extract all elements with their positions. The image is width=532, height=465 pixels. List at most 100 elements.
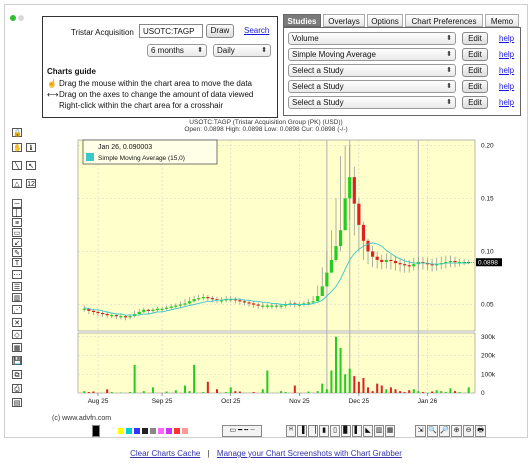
study-help-link-3[interactable]: help [499, 66, 514, 75]
chart-type-icon[interactable]: ▮ [319, 425, 329, 437]
volume-bar [435, 390, 438, 393]
window-dots [10, 14, 26, 23]
candle-body [155, 308, 160, 310]
symbol-input[interactable]: USOTC:TAGP [139, 24, 203, 38]
grid-icon[interactable]: ▦ [12, 343, 22, 352]
period-select[interactable]: 6 months ⬍ [147, 44, 207, 57]
tab-studies[interactable]: Studies [283, 14, 321, 27]
study-edit-button-5[interactable]: Edit [462, 96, 488, 109]
bars-icon[interactable]: ▥ [12, 293, 22, 302]
chart-grabber-link[interactable]: Manage your Chart Screenshots with Chart… [217, 449, 402, 458]
study-edit-button-3[interactable]: Edit [462, 64, 488, 77]
color-swatch[interactable] [126, 428, 132, 434]
eraser-icon[interactable]: ◇ [12, 330, 22, 339]
volume-bar [142, 391, 145, 393]
volume-bar [229, 387, 232, 393]
tab-overlays[interactable]: Overlays [323, 14, 365, 27]
hand-icon[interactable]: ✋ [12, 143, 22, 152]
candle-body [119, 316, 123, 318]
draw-button[interactable]: Draw [206, 24, 234, 38]
chart-type-icon[interactable]: ᴴ [286, 425, 296, 437]
study-select-5[interactable]: Select a Study ⬍ [288, 96, 456, 109]
color-swatch[interactable] [174, 428, 180, 434]
tab-memo[interactable]: Memo [485, 14, 519, 27]
candle-body [146, 309, 150, 311]
print-icon[interactable]: ⎙ [12, 384, 22, 393]
chart-type-icon[interactable]: ▯ [330, 425, 340, 437]
zoom-12-icon[interactable]: 12 [26, 179, 36, 188]
search-link[interactable]: Search [244, 26, 269, 35]
text-icon[interactable]: T [12, 258, 22, 267]
volume-bar [376, 383, 379, 393]
candle-body [311, 301, 315, 303]
chart-type-icon[interactable]: ▦ [385, 425, 395, 437]
color-picker-icon[interactable] [92, 425, 100, 437]
color-swatch[interactable] [150, 428, 156, 434]
study-select-1[interactable]: Volume ⬍ [288, 32, 456, 45]
studies-panel: Volume ⬍ Edit help Simple Moving Average ⬍ Edi… [283, 27, 521, 116]
interval-select[interactable]: Daily ⬍ [213, 44, 271, 57]
tab-chart-preferences[interactable]: Chart Preferences [405, 14, 483, 27]
color-swatch[interactable] [182, 428, 188, 434]
study-select-2[interactable]: Simple Moving Average ⬍ [288, 48, 456, 61]
volume-tick-label: 100k [481, 371, 496, 378]
pen-icon[interactable]: ✎ [12, 248, 22, 257]
line-icon[interactable]: ╲ [12, 161, 22, 170]
arrow-icon[interactable]: ↙ [12, 238, 22, 247]
layout-icon[interactable]: ▤ [12, 398, 22, 407]
candle-body [96, 311, 100, 314]
info-icon[interactable]: ℹ [26, 143, 36, 152]
volume-bar [449, 388, 452, 393]
zoom-tool-icon[interactable]: 🔍 [427, 425, 438, 437]
save-icon[interactable]: 💾 [12, 356, 22, 365]
chart-type-icon[interactable]: ▥ [374, 425, 384, 437]
study-help-link-2[interactable]: help [499, 50, 514, 59]
study-select-4[interactable]: Select a Study ⬍ [288, 80, 456, 93]
candle-body [316, 295, 320, 302]
color-swatch[interactable] [166, 428, 172, 434]
fibonacci-icon[interactable]: ⋯ [12, 270, 22, 279]
candle-body [348, 177, 352, 199]
study-help-link-1[interactable]: help [499, 34, 514, 43]
volume-bar [133, 364, 136, 393]
vertical-line-icon[interactable]: │ [12, 208, 22, 217]
candle-body [375, 256, 379, 260]
rectangle-icon[interactable]: ▭ [12, 228, 22, 237]
study-edit-button-2[interactable]: Edit [462, 48, 488, 61]
candle-body [403, 264, 407, 266]
chart-type-icon[interactable]: ▌ [352, 425, 362, 437]
zoom-tool-icon[interactable]: ⊕ [451, 425, 462, 437]
color-swatch[interactable] [134, 428, 140, 434]
cursor-icon[interactable]: ↖ [26, 161, 36, 170]
study-select-3[interactable]: Select a Study ⬍ [288, 64, 456, 77]
study-help-link-4[interactable]: help [499, 82, 514, 91]
copy-icon[interactable]: ⧉ [12, 370, 22, 379]
study-edit-button-4[interactable]: Edit [462, 80, 488, 93]
zoom-tool-icon[interactable]: ⇲ [415, 425, 426, 437]
color-swatch[interactable] [142, 428, 148, 434]
study-edit-button-1[interactable]: Edit [462, 32, 488, 45]
gann-icon[interactable]: ✕ [12, 318, 22, 327]
line-style-icon[interactable]: ▭ ━ ╍ ┈ [222, 425, 262, 437]
clear-cache-link[interactable]: Clear Charts Cache [130, 449, 200, 458]
zoom-tool-icon[interactable]: 🖶 [475, 425, 486, 437]
chart-type-icon[interactable]: ▕ [308, 425, 318, 437]
zoom-tool-icon[interactable]: 🔎 [439, 425, 450, 437]
chart-type-icon[interactable]: ◣ [363, 425, 373, 437]
horizontal-line-icon[interactable]: ─ [12, 199, 22, 208]
pitchfork-icon[interactable]: ⋰ [12, 305, 22, 314]
price-chart[interactable]: 0.20 0.15 0.10 0.05 300k 200k 100k 0 Aug 25 Sep… [50, 128, 524, 423]
candle-body [187, 301, 192, 304]
volume-bar [403, 392, 406, 393]
triangle-icon[interactable]: △ [12, 179, 22, 188]
candle-body [361, 224, 366, 241]
chart-type-icon[interactable]: ▐ [297, 425, 307, 437]
tab-options[interactable]: Options [367, 14, 403, 27]
zoom-tool-icon[interactable]: ⊖ [463, 425, 474, 437]
study-help-link-5[interactable]: help [499, 98, 514, 107]
channel-icon[interactable]: ≡ [12, 218, 22, 227]
color-swatch[interactable] [158, 428, 164, 434]
chart-type-icon[interactable]: ▊ [341, 425, 351, 437]
levels-icon[interactable]: ☰ [12, 282, 22, 291]
color-swatch[interactable] [118, 428, 124, 434]
